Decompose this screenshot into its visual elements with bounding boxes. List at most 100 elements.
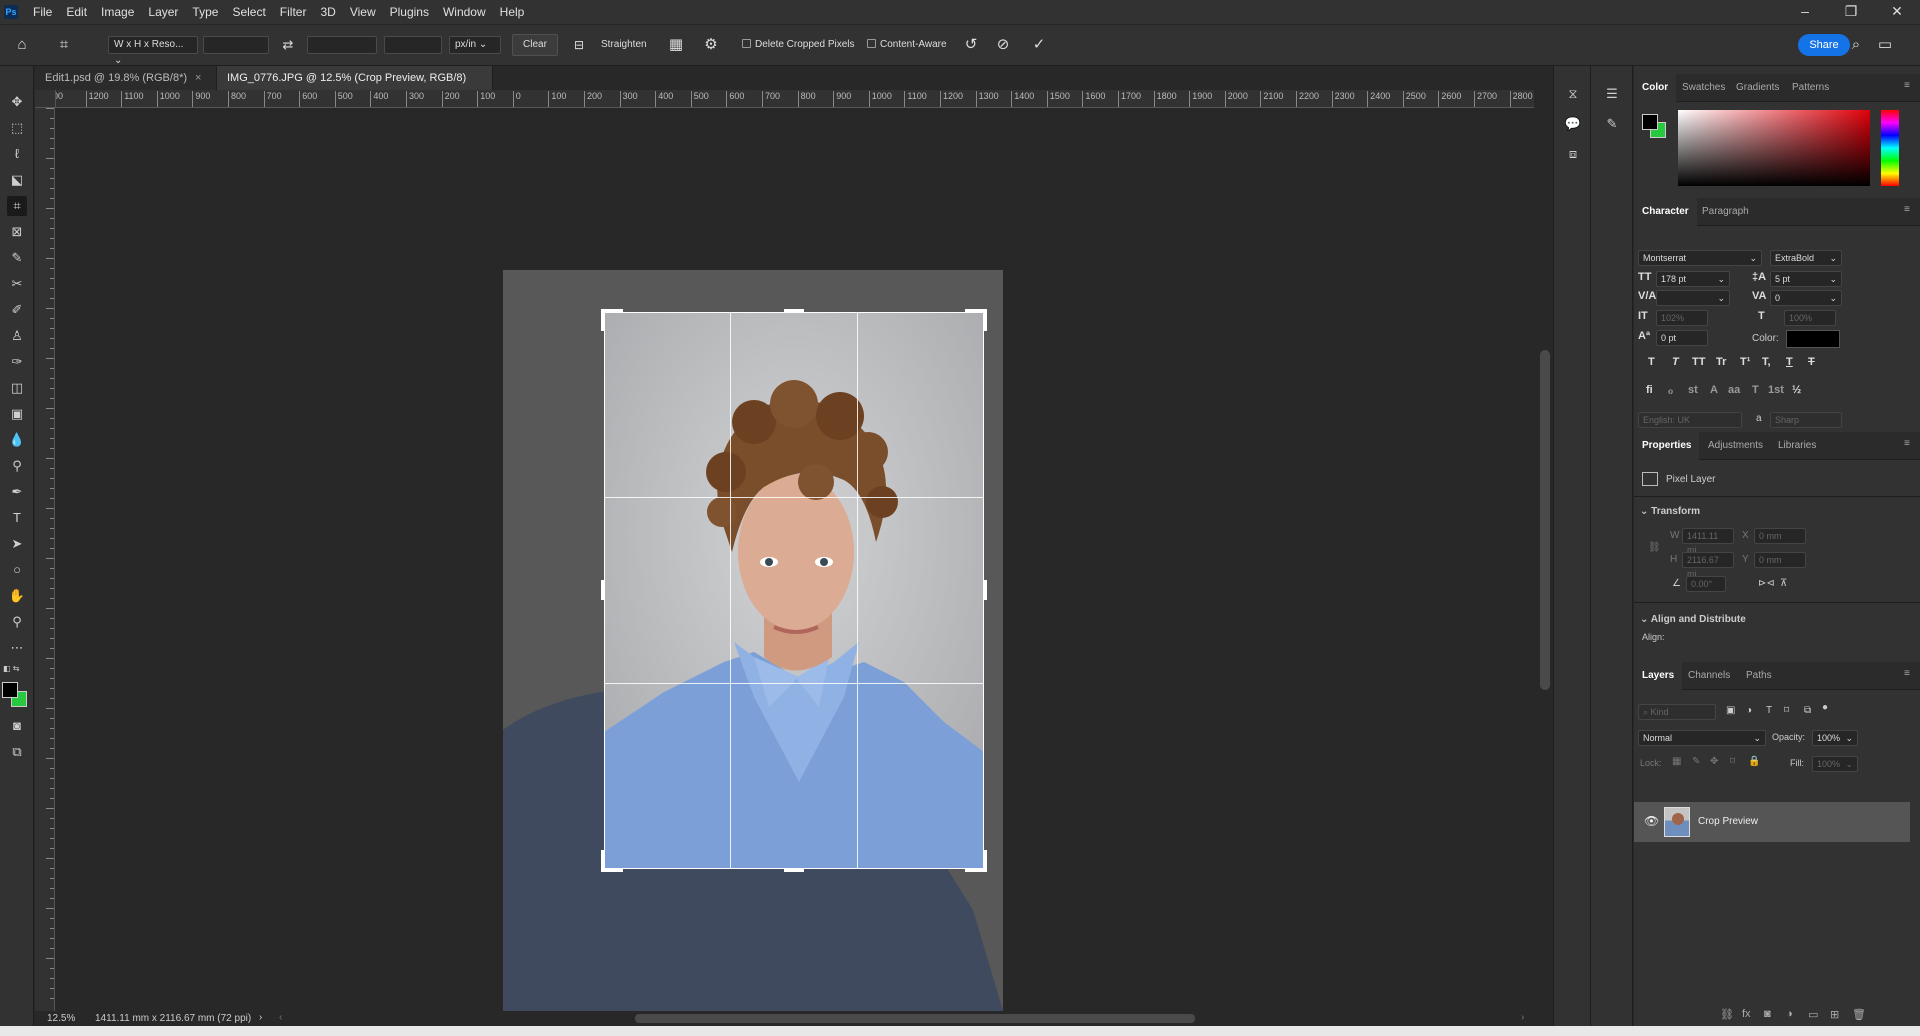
history-brush-tool-icon[interactable]: ✑ [7, 352, 27, 372]
filter-adjustment-icon[interactable]: ◑ [1746, 705, 1752, 716]
tab-swatches[interactable]: Swatches [1674, 74, 1733, 102]
vertical-scale-input[interactable]: 102% [1656, 310, 1708, 326]
restore-icon[interactable]: ❐ [1828, 0, 1874, 24]
discretionary-ligatures-button[interactable]: st [1688, 384, 1698, 396]
cancel-icon[interactable]: ⊘ [993, 35, 1013, 55]
tracking-input[interactable]: 0 ⌄ [1770, 290, 1842, 306]
tab-gradients[interactable]: Gradients [1728, 74, 1787, 102]
titling-alternates-button[interactable]: T [1752, 384, 1759, 396]
leading-input[interactable]: 5 pt ⌄ [1770, 271, 1842, 287]
transform-x-input[interactable]: 0 mm [1754, 528, 1806, 544]
straighten-button[interactable]: Straighten [601, 39, 647, 50]
link-layers-icon[interactable]: ⛓ [1720, 1008, 1734, 1021]
menu-3d[interactable]: 3D [313, 0, 342, 24]
crop-handle-bottom-right[interactable] [983, 850, 987, 872]
fractions-button[interactable]: ½ [1792, 384, 1801, 396]
comments-panel-icon[interactable]: 💬 [1563, 114, 1583, 134]
home-icon[interactable]: ⌂ [12, 35, 32, 55]
vertical-ruler[interactable] [35, 108, 55, 1011]
tab-layers[interactable]: Layers [1634, 662, 1683, 690]
panel-menu-icon[interactable]: ≡ [1904, 669, 1914, 680]
flip-vertical-icon[interactable]: ⊼ [1780, 578, 1787, 589]
zoom-level[interactable]: 12.5% [47, 1013, 75, 1024]
text-color-swatch[interactable] [1786, 330, 1840, 348]
crop-tool-preset-icon[interactable]: ⌗ [54, 35, 74, 55]
link-dimensions-icon[interactable]: ⛓ [1648, 542, 1661, 553]
crop-tool-icon[interactable]: ⌗ [7, 196, 27, 216]
menu-view[interactable]: View [343, 0, 383, 24]
zoom-tool-icon[interactable]: ⚲ [7, 612, 27, 632]
eye-visibility-icon[interactable]: 👁 [1644, 814, 1659, 828]
more-tools-icon[interactable]: ⋯ [7, 638, 27, 658]
share-button[interactable]: Share [1798, 34, 1850, 56]
foreground-color[interactable] [1642, 114, 1658, 130]
hue-slider[interactable] [1881, 110, 1899, 186]
history-panel-icon[interactable]: ⧖ [1563, 84, 1583, 104]
unit-select[interactable]: px/in ⌄ [449, 36, 501, 54]
ellipse-tool-icon[interactable]: ○ [7, 560, 27, 580]
font-size-input[interactable]: 178 pt ⌄ [1656, 271, 1730, 287]
menu-plugins[interactable]: Plugins [383, 0, 436, 24]
eraser-tool-icon[interactable]: ◫ [7, 378, 27, 398]
delete-layer-icon[interactable]: 🗑 [1852, 1008, 1866, 1021]
stylistic-alternates-button[interactable]: aa [1728, 384, 1740, 396]
ligatures-button[interactable]: fi [1646, 384, 1653, 396]
horizontal-scroll-thumb[interactable] [635, 1014, 1195, 1023]
filter-type-icon[interactable]: T [1766, 705, 1772, 716]
vertical-scrollbar[interactable] [1537, 90, 1553, 1011]
blend-mode-select[interactable]: Normal ⌄ [1638, 730, 1766, 746]
plugins-panel-icon[interactable]: ⧈ [1563, 144, 1583, 164]
lasso-tool-icon[interactable]: ℓ [7, 144, 27, 164]
screen-mode-icon[interactable]: ⧉ [7, 742, 27, 762]
menu-file[interactable]: File [26, 0, 59, 24]
faux-bold-button[interactable]: T [1648, 356, 1655, 368]
canvas-area[interactable] [56, 108, 1534, 1011]
tab-libraries[interactable]: Libraries [1770, 432, 1824, 460]
default-colors-icon[interactable]: ◧ ⇆ [3, 664, 19, 673]
panel-menu-icon[interactable]: ≡ [1904, 439, 1914, 450]
commit-checkmark-icon[interactable]: ✓ [1029, 35, 1049, 55]
ordinals-button[interactable]: 1st [1768, 384, 1784, 396]
layer-kind-filter[interactable]: ⌕ Kind [1638, 704, 1716, 720]
close-window-icon[interactable]: ✕ [1874, 0, 1920, 24]
eyedropper-tool-icon[interactable]: ✎ [7, 248, 27, 268]
tab-channels[interactable]: Channels [1680, 662, 1738, 690]
tab-paths[interactable]: Paths [1738, 662, 1780, 690]
filter-smart-object-icon[interactable]: ⧉ [1804, 705, 1811, 716]
baseline-shift-input[interactable]: 0 pt [1656, 330, 1708, 346]
panel-menu-icon[interactable]: ≡ [1904, 205, 1914, 216]
ratio-select[interactable]: W x H x Reso... ⌄ [108, 36, 198, 66]
superscript-button[interactable]: T¹ [1740, 356, 1750, 368]
gradient-tool-icon[interactable]: ▣ [7, 404, 27, 424]
brush-tool-icon[interactable]: ✐ [7, 300, 27, 320]
transform-width-input[interactable]: 1411.11 mi [1682, 528, 1734, 555]
kerning-input[interactable]: ⌄ [1656, 290, 1730, 306]
frame-tool-icon[interactable]: ⊠ [7, 222, 27, 242]
minimize-icon[interactable]: – [1782, 0, 1828, 24]
tab-adjustments[interactable]: Adjustments [1700, 432, 1771, 460]
opacity-input[interactable]: 100% ⌄ [1812, 730, 1858, 746]
blur-tool-icon[interactable]: 💧 [7, 430, 27, 450]
ruler-origin[interactable] [35, 90, 56, 108]
crop-handle-left[interactable] [601, 580, 605, 600]
tab-patterns[interactable]: Patterns [1784, 74, 1837, 102]
transform-y-input[interactable]: 0 mm [1754, 552, 1806, 568]
font-style-select[interactable]: ExtraBold ⌄ [1770, 250, 1842, 266]
menu-window[interactable]: Window [436, 0, 493, 24]
menu-layer[interactable]: Layer [141, 0, 185, 24]
horizontal-scale-input[interactable]: 100% [1784, 310, 1836, 326]
move-tool-icon[interactable]: ✥ [7, 92, 27, 112]
foreground-color-swatch[interactable] [2, 682, 18, 698]
settings-gear-icon[interactable]: ⚙ [701, 35, 721, 55]
menu-image[interactable]: Image [94, 0, 141, 24]
new-group-icon[interactable]: ▭ [1808, 1008, 1818, 1021]
filter-shape-icon[interactable]: ⌑ [1784, 705, 1789, 716]
crop-box[interactable] [604, 312, 984, 869]
layer-name[interactable]: Crop Preview [1698, 816, 1758, 827]
menu-type[interactable]: Type [185, 0, 225, 24]
subscript-button[interactable]: T, [1762, 356, 1771, 368]
crop-handle-top-right[interactable] [983, 309, 987, 331]
healing-brush-tool-icon[interactable]: ✂ [7, 274, 27, 294]
lock-image-icon[interactable]: ✎ [1692, 756, 1700, 767]
marquee-tool-icon[interactable]: ⬚ [7, 118, 27, 138]
